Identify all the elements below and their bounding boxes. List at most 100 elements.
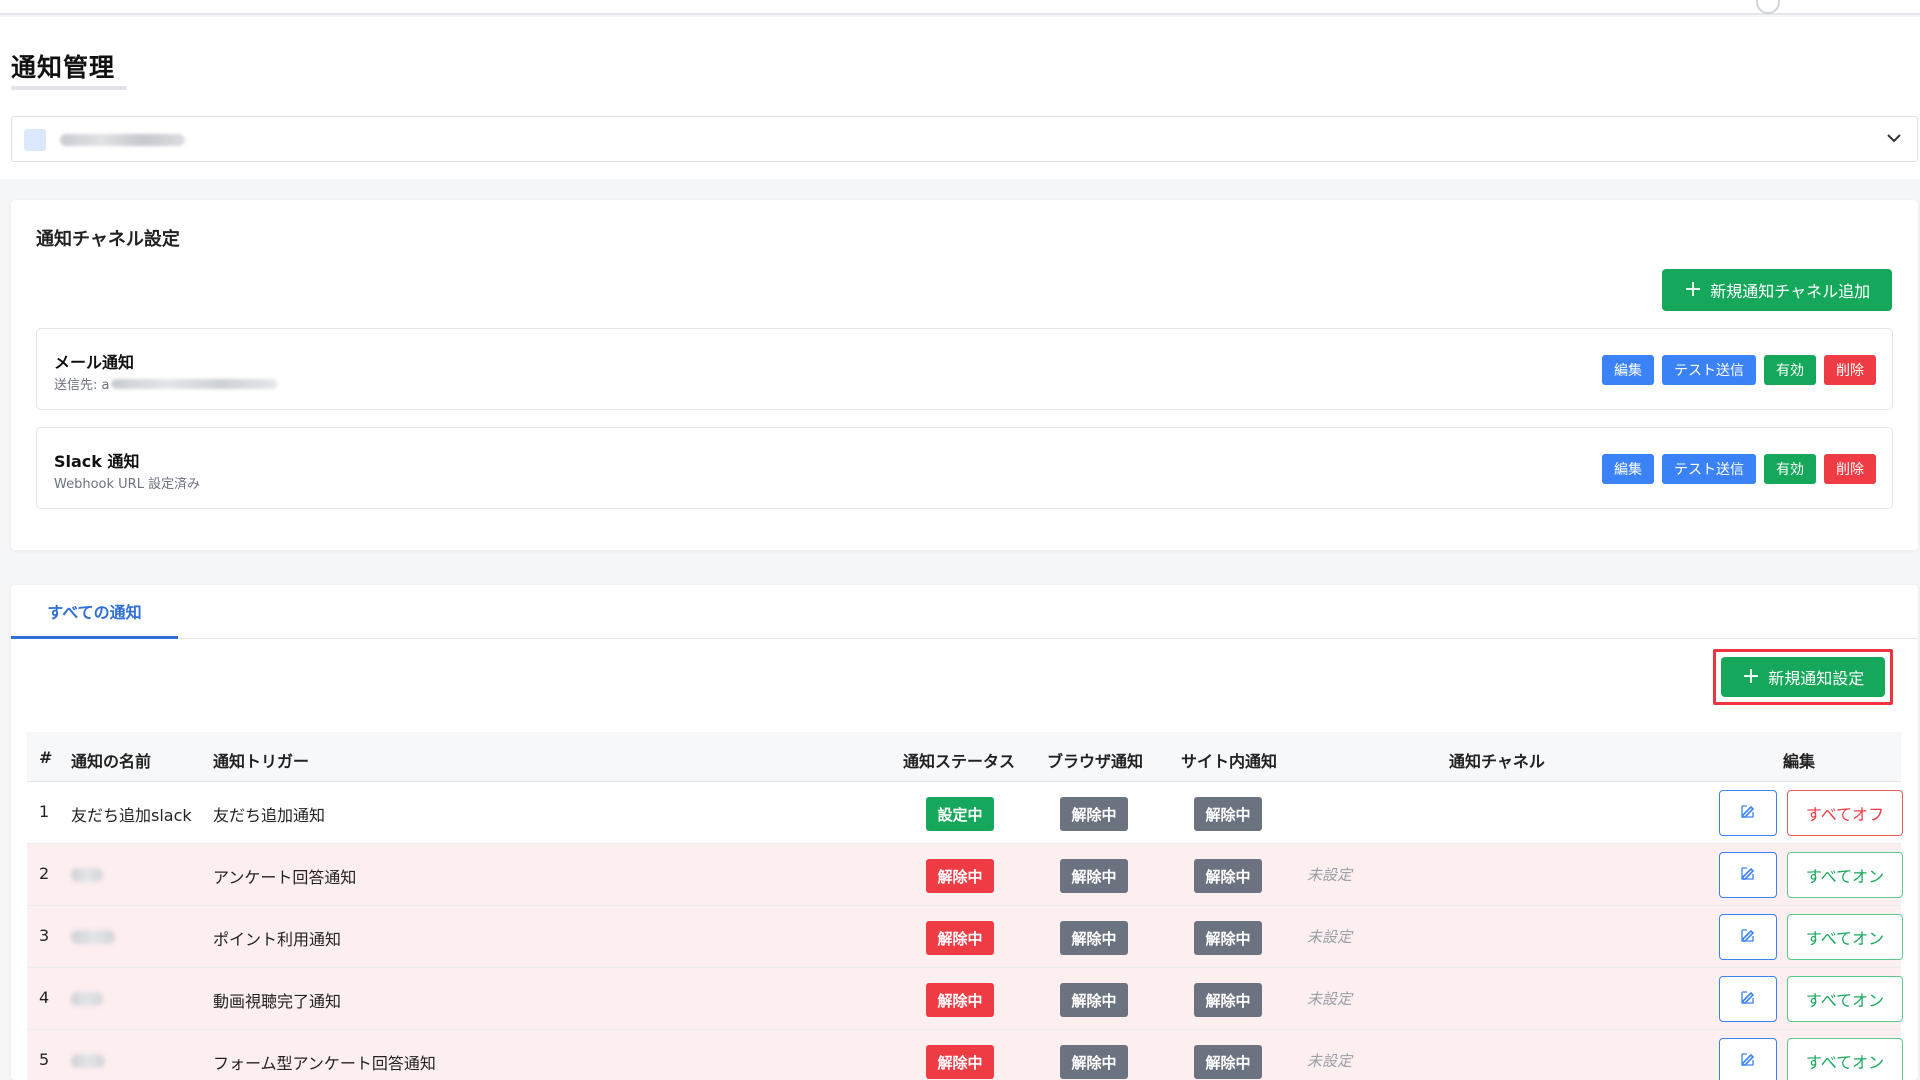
table-row: 5 フォーム型アンケート回答通知 解除中 解除中 解除中 未設定 すべてオン	[27, 1030, 1903, 1080]
add-notification-label: 新規通知設定	[1768, 669, 1865, 688]
channel-name: メール通知	[54, 353, 135, 372]
edit-icon	[1740, 865, 1756, 885]
site-select[interactable]	[11, 116, 1918, 162]
tab-bar: すべての通知	[11, 585, 1918, 639]
test-send-button[interactable]: テスト送信	[1662, 355, 1756, 385]
col-name: 通知の名前	[71, 752, 152, 771]
email-redacted	[111, 378, 278, 389]
browser-badge: 解除中	[1060, 1045, 1128, 1079]
row-channel: 未設定	[1307, 1052, 1353, 1070]
edit-row-button[interactable]	[1719, 1038, 1777, 1080]
plus-icon: +	[1683, 277, 1703, 302]
toggle-all-button[interactable]: すべてオン	[1787, 914, 1903, 960]
row-number: 4	[39, 988, 50, 1007]
row-name-redacted	[71, 1054, 105, 1068]
table-header: # 通知の名前 通知トリガー 通知ステータス ブラウザ通知 サイト内通知 通知チ…	[27, 732, 1901, 782]
channel-actions: 編集 テスト送信 有効 削除	[1602, 454, 1876, 484]
row-trigger: 友だち追加通知	[213, 806, 326, 825]
toggle-all-button[interactable]: すべてオン	[1787, 852, 1903, 898]
row-trigger: ポイント利用通知	[213, 930, 342, 949]
col-status: 通知ステータス	[903, 752, 1016, 771]
chevron-down-icon	[1885, 128, 1903, 152]
channel-settings-title: 通知チャネル設定	[36, 229, 180, 250]
table-row: 2 アンケート回答通知 解除中 解除中 解除中 未設定 すべてオン	[27, 844, 1903, 906]
channel-item-email: メール通知 送信先: a 編集 テスト送信 有効 削除	[36, 328, 1893, 410]
status-badge: 解除中	[926, 1045, 994, 1079]
row-channel: 未設定	[1307, 990, 1353, 1008]
row-channel: 未設定	[1307, 866, 1353, 884]
row-number: 2	[39, 864, 50, 883]
col-browser: ブラウザ通知	[1047, 752, 1144, 771]
edit-channel-button[interactable]: 編集	[1602, 454, 1654, 484]
col-channel: 通知チャネル	[1449, 752, 1545, 771]
page-title: 通知管理	[11, 53, 116, 82]
delete-channel-button[interactable]: 削除	[1824, 454, 1876, 484]
top-bar	[0, 0, 1920, 15]
row-channel: 未設定	[1307, 928, 1353, 946]
row-number: 5	[39, 1050, 50, 1069]
toggle-all-button[interactable]: すべてオン	[1787, 1038, 1903, 1080]
add-channel-button[interactable]: + 新規通知チャネル追加	[1662, 269, 1892, 311]
row-trigger: 動画視聴完了通知	[213, 992, 342, 1011]
site-badge: 解除中	[1194, 1045, 1262, 1079]
channel-recipient-label: 送信先: a	[54, 378, 110, 393]
channel-item-slack: Slack 通知 Webhook URL 設定済み 編集 テスト送信 有効 削除	[36, 427, 1893, 509]
edit-icon	[1740, 927, 1756, 947]
browser-badge: 解除中	[1060, 859, 1128, 893]
channel-settings-card: 通知チャネル設定 + 新規通知チャネル追加 メール通知 送信先: a 編集 テス…	[11, 200, 1918, 550]
col-trigger: 通知トリガー	[213, 752, 310, 771]
channel-recipient: 送信先: a	[54, 374, 278, 393]
site-name-redacted	[60, 134, 185, 146]
row-number: 3	[39, 926, 50, 945]
col-site: サイト内通知	[1181, 752, 1278, 771]
browser-badge: 解除中	[1060, 983, 1128, 1017]
edit-row-button[interactable]	[1719, 852, 1777, 898]
table-row: 3 ポイント利用通知 解除中 解除中 解除中 未設定 すべてオン	[27, 906, 1903, 968]
test-send-button[interactable]: テスト送信	[1662, 454, 1756, 484]
row-name: 友だち追加slack	[71, 806, 192, 825]
site-favicon-icon	[24, 129, 46, 151]
toggle-all-button[interactable]: すべてオフ	[1787, 790, 1903, 836]
browser-badge: 解除中	[1060, 797, 1128, 831]
status-badge: 解除中	[926, 859, 994, 893]
edit-channel-button[interactable]: 編集	[1602, 355, 1654, 385]
edit-icon	[1740, 803, 1756, 823]
enable-channel-button[interactable]: 有効	[1764, 355, 1816, 385]
user-avatar[interactable]	[1756, 0, 1780, 14]
edit-row-button[interactable]	[1719, 790, 1777, 836]
row-name-redacted	[71, 930, 115, 944]
site-badge: 解除中	[1194, 797, 1262, 831]
delete-channel-button[interactable]: 削除	[1824, 355, 1876, 385]
edit-icon	[1740, 1051, 1756, 1071]
site-badge: 解除中	[1194, 983, 1262, 1017]
status-badge: 解除中	[926, 921, 994, 955]
table-row: 1 友だち追加slack 友だち追加通知 設定中 解除中 解除中 すべてオフ	[27, 782, 1903, 844]
notifications-card: すべての通知 + 新規通知設定 # 通知の名前 通知トリガー 通知ステータス ブ…	[11, 585, 1918, 1080]
site-badge: 解除中	[1194, 859, 1262, 893]
edit-icon	[1740, 989, 1756, 1009]
channel-webhook-status: Webhook URL 設定済み	[54, 477, 201, 492]
toggle-all-button[interactable]: すべてオン	[1787, 976, 1903, 1022]
add-notification-button[interactable]: + 新規通知設定	[1721, 657, 1885, 697]
col-number: #	[39, 748, 53, 767]
col-edit: 編集	[1783, 752, 1816, 771]
row-trigger: アンケート回答通知	[213, 868, 357, 887]
status-badge: 解除中	[926, 983, 994, 1017]
channel-name: Slack 通知	[54, 452, 140, 471]
channel-actions: 編集 テスト送信 有効 削除	[1602, 355, 1876, 385]
site-badge: 解除中	[1194, 921, 1262, 955]
tab-all-notifications[interactable]: すべての通知	[11, 585, 178, 639]
row-trigger: フォーム型アンケート回答通知	[213, 1054, 436, 1073]
status-badge: 設定中	[926, 797, 994, 831]
row-name-redacted	[71, 992, 103, 1006]
enable-channel-button[interactable]: 有効	[1764, 454, 1816, 484]
add-channel-label: 新規通知チャネル追加	[1710, 282, 1871, 301]
row-name-redacted	[71, 868, 103, 882]
edit-row-button[interactable]	[1719, 914, 1777, 960]
table-row: 4 動画視聴完了通知 解除中 解除中 解除中 未設定 すべてオン	[27, 968, 1903, 1030]
plus-icon: +	[1741, 664, 1761, 689]
row-number: 1	[39, 802, 50, 821]
edit-row-button[interactable]	[1719, 976, 1777, 1022]
browser-badge: 解除中	[1060, 921, 1128, 955]
title-underline	[11, 86, 127, 90]
